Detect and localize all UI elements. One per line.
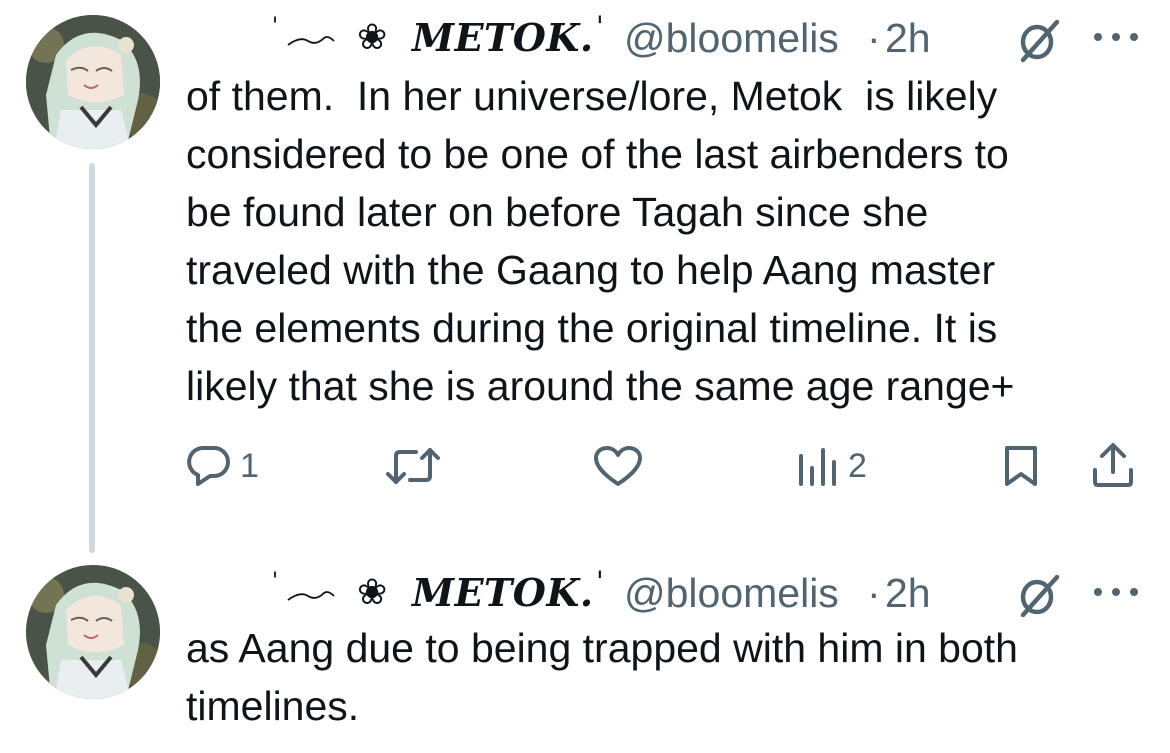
share-icon xyxy=(1093,443,1133,487)
reply-count: 1 xyxy=(240,446,259,485)
decorative-tick: ' xyxy=(272,14,279,39)
tweet[interactable]: ' ❀ METOK. ' @bloomelis · 2h as Aang due… xyxy=(0,555,1170,753)
display-name-tick: ' xyxy=(596,10,604,43)
tweet-text: as Aang due to being trapped with him in… xyxy=(186,619,1146,735)
display-name-tick: ' xyxy=(596,565,604,598)
avatar[interactable] xyxy=(26,15,160,149)
tweet-text-line: as Aang due to being trapped with him in… xyxy=(186,625,1018,671)
tweet-text-line: of them. In her universe/lore, Metok is … xyxy=(186,73,998,119)
repost-button[interactable] xyxy=(384,446,442,486)
circle-slash-icon[interactable] xyxy=(1011,18,1063,64)
heart-icon xyxy=(594,446,642,486)
display-name[interactable]: METOK. xyxy=(412,14,594,62)
thread-line xyxy=(89,163,95,553)
tweet-text: of them. In her universe/lore, Metok is … xyxy=(186,67,1146,415)
flourish-icon xyxy=(287,591,335,601)
more-icon[interactable] xyxy=(1090,585,1142,599)
user-handle[interactable]: @bloomelis xyxy=(624,14,839,62)
views-count: 2 xyxy=(848,446,867,485)
bookmark-icon xyxy=(1005,446,1037,486)
reply-icon xyxy=(187,445,230,486)
decorative-tick: ' xyxy=(272,569,279,594)
circle-slash-icon[interactable] xyxy=(1011,573,1063,619)
reply-button[interactable]: 1 xyxy=(186,444,259,488)
display-name[interactable]: METOK. xyxy=(412,569,594,617)
timestamp[interactable]: 2h xyxy=(885,14,931,62)
avatar[interactable] xyxy=(26,565,160,699)
flourish-icon xyxy=(287,36,335,46)
tweet-text-line: traveled with the Gaang to help Aang mas… xyxy=(186,247,996,293)
timestamp[interactable]: 2h xyxy=(885,569,931,617)
views-button[interactable]: 2 xyxy=(796,446,867,486)
tweet-text-line: timelines. xyxy=(186,683,360,729)
tweet[interactable]: ' ❀ METOK. ' @bloomelis · 2h of them. In… xyxy=(0,0,1170,560)
views-icon xyxy=(799,448,836,486)
tweet-text-line: considered to be one of the last airbend… xyxy=(186,131,1009,177)
tweet-text-line: the elements during the original timelin… xyxy=(186,305,998,351)
flower-icon: ❀ xyxy=(357,17,388,58)
share-button[interactable] xyxy=(1090,442,1136,488)
tweet-text-line: likely that she is around the same age r… xyxy=(186,363,1015,409)
separator-dot: · xyxy=(867,15,881,61)
flower-icon: ❀ xyxy=(357,572,388,613)
user-handle[interactable]: @bloomelis xyxy=(624,569,839,617)
more-icon[interactable] xyxy=(1090,30,1142,44)
like-button[interactable] xyxy=(593,446,643,488)
bookmark-button[interactable] xyxy=(1002,444,1040,488)
repost-icon xyxy=(386,448,440,484)
tweet-text-line: be found later on before Tagah since she xyxy=(186,189,929,235)
separator-dot: · xyxy=(867,570,881,616)
